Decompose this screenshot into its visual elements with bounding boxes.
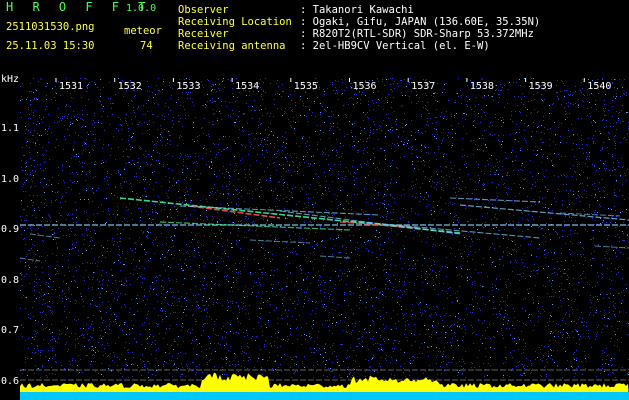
time-tick-label: 1536 xyxy=(353,81,377,92)
location-value: : Ogaki, Gifu, JAPAN (136.60E, 35.35N) xyxy=(300,16,541,28)
location-label: Receiving Location xyxy=(178,16,292,28)
time-tick-label: 1535 xyxy=(294,81,318,92)
time-tick-label: 1531 xyxy=(59,81,83,92)
app-version: 1.0.0 xyxy=(126,3,157,14)
observer-label: Observer xyxy=(178,4,229,16)
frequency-axis: kHz 1.1 1.0 0.9 0.8 0.7 0.6 xyxy=(0,74,20,400)
spectrogram: 1531 1532 1533 1534 1535 1536 1537 1538 1539 1540 xyxy=(20,78,629,400)
time-tick-label: 1538 xyxy=(470,81,494,92)
time-tick-label: 1534 xyxy=(235,81,259,92)
file-timestamp: 25.11.03 15:30 xyxy=(6,40,95,52)
time-tick-label: 1540 xyxy=(587,81,611,92)
frequency-tick-label: 0.8 xyxy=(1,274,20,286)
meteor-count-value: 74 xyxy=(140,40,153,52)
header-panel: H R O F F T 1.0.0 2511031530.png 25.11.0… xyxy=(0,0,629,78)
frequency-tick-label: 0.6 xyxy=(1,375,20,387)
time-tick-label: 1532 xyxy=(118,81,142,92)
meteor-count-label: meteor xyxy=(124,25,162,37)
spectrogram-background xyxy=(20,78,629,400)
antenna-label: Receiving antenna xyxy=(178,40,286,52)
file-name: 2511031530.png xyxy=(6,21,95,33)
antenna-value: : 2el-HB9CV Vertical (el. E-W) xyxy=(300,40,490,52)
receiver-value: : R820T2(RTL-SDR) SDR-Sharp 53.372MHz xyxy=(300,28,534,40)
frequency-unit-label: kHz xyxy=(1,74,20,85)
activity-baseline xyxy=(20,392,629,400)
frequency-tick-label: 1.1 xyxy=(1,123,20,134)
time-tick-label: 1537 xyxy=(411,81,435,92)
frequency-tick-label: 0.7 xyxy=(1,325,20,336)
receiver-label: Receiver xyxy=(178,28,229,40)
time-tick-label: 1539 xyxy=(529,81,553,92)
observer-value: : Takanori Kawachi xyxy=(300,4,414,16)
frequency-tick-label: 0.9 xyxy=(1,224,20,235)
time-tick-label: 1533 xyxy=(176,81,200,92)
frequency-tick-label: 1.0 xyxy=(1,173,20,185)
